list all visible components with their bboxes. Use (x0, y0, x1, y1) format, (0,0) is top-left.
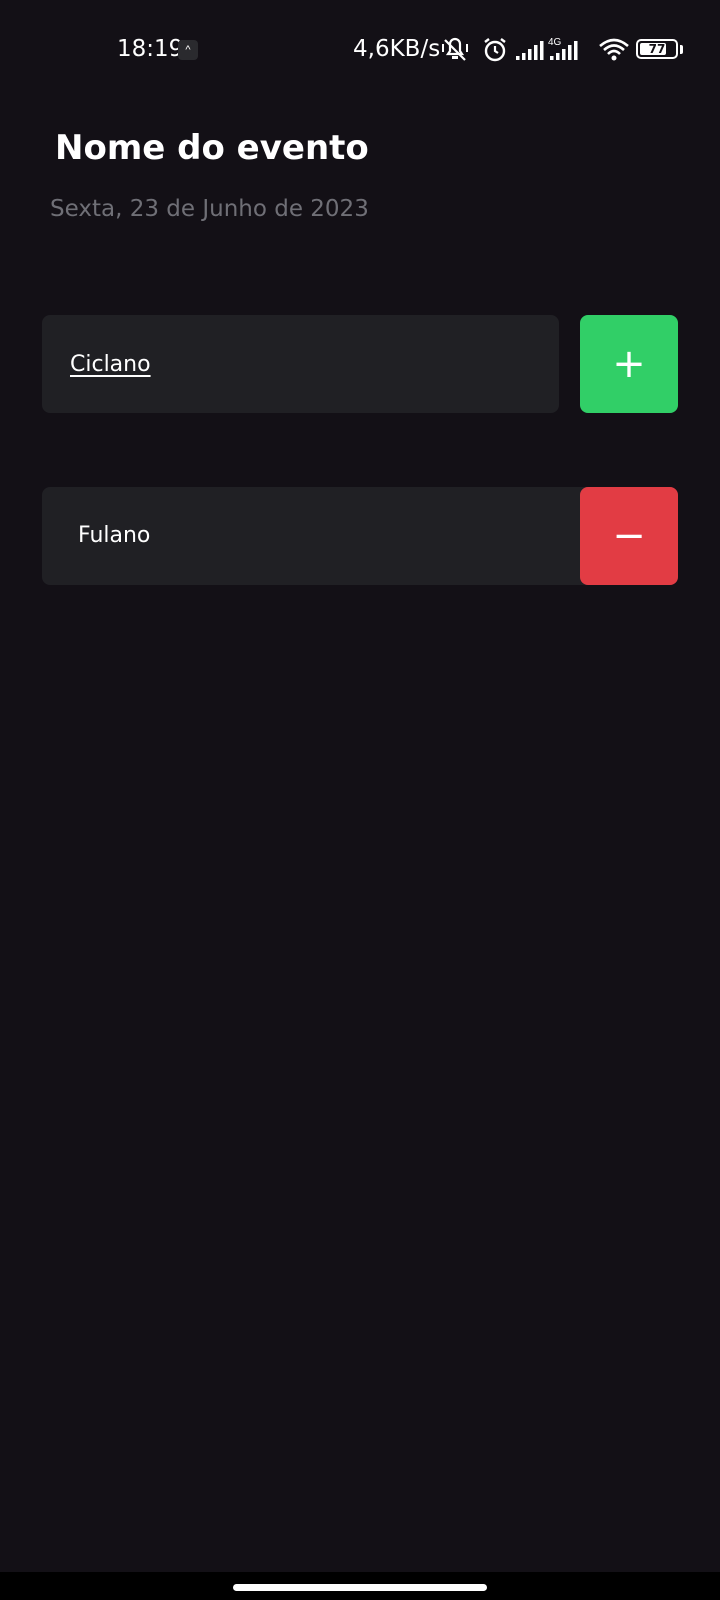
signal-4g-icon: 4G (548, 36, 588, 64)
battery-level: 77 (648, 42, 666, 56)
participant-name: Fulano (78, 523, 151, 548)
participant-name-input[interactable] (42, 315, 559, 413)
status-bar: 18:19 ^ 4,6KB/s 4G 77 (0, 0, 720, 100)
alarm-icon (482, 36, 508, 64)
activity-icon: ^ (178, 40, 198, 60)
status-time: 18:19 (117, 36, 184, 62)
battery-icon: 77 (636, 39, 678, 59)
network-speed: 4,6KB/s (353, 36, 441, 62)
battery-tip (680, 45, 683, 54)
add-participant-button[interactable]: + (580, 315, 678, 413)
participant-card: Fulano − (42, 487, 678, 585)
event-date: Sexta, 23 de Junho de 2023 (50, 196, 369, 222)
event-screen: 18:19 ^ 4,6KB/s 4G 77 Nome do evento Sex… (0, 0, 720, 1600)
remove-participant-button[interactable]: − (580, 487, 678, 585)
svg-text:4G: 4G (548, 37, 562, 48)
home-indicator[interactable] (233, 1584, 487, 1591)
wifi-icon (598, 36, 630, 64)
page-title: Nome do evento (55, 128, 369, 168)
vibrate-mute-icon (440, 36, 470, 64)
signal-icon (515, 36, 547, 64)
